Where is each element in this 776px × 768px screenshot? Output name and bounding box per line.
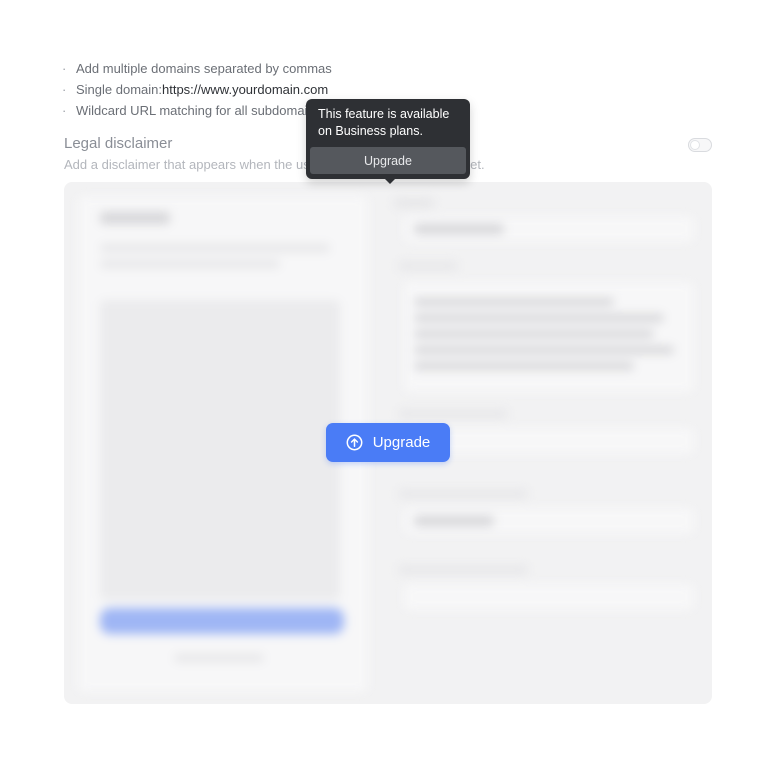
example-domain: https://www.yourdomain.com (162, 82, 329, 97)
domain-hints-list: · Add multiple domains separated by comma… (62, 58, 332, 121)
arrow-up-circle-icon (346, 434, 363, 451)
tooltip-arrow (385, 179, 395, 184)
toggle-knob (690, 140, 700, 150)
hint-item: · Wildcard URL matching for all subdomain (62, 100, 332, 121)
bullet-icon: · (62, 82, 67, 97)
hint-item: · Single domain:https://www.yourdomain.co… (62, 79, 332, 100)
bullet-icon: · (62, 103, 67, 118)
upgrade-button-label: Upgrade (372, 434, 431, 451)
legal-disclaimer-title: Legal disclaimer (64, 135, 173, 152)
upgrade-button[interactable]: Upgrade (326, 423, 450, 462)
tooltip-upgrade-button[interactable]: Upgrade (310, 147, 466, 174)
bullet-icon: · (62, 61, 67, 76)
business-plan-tooltip: This feature is available on Business pl… (306, 99, 470, 184)
tooltip-text: This feature is available on Business pl… (318, 107, 450, 138)
hint-item: · Add multiple domains separated by comma… (62, 58, 332, 79)
legal-disclaimer-toggle[interactable] (688, 138, 712, 152)
